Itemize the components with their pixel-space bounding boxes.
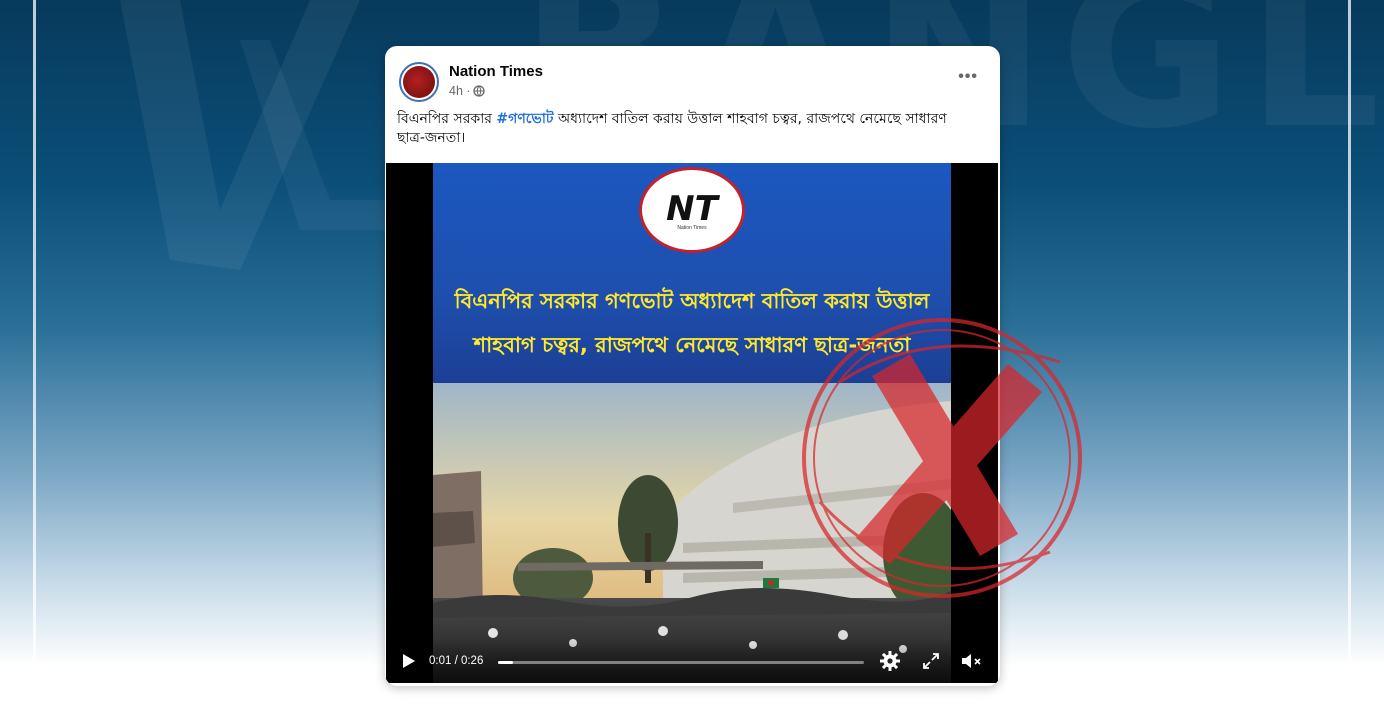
logo-text: Nation Times xyxy=(677,225,707,231)
page-name-link[interactable]: Nation Times xyxy=(449,63,543,80)
video-progress-fill xyxy=(498,661,513,664)
play-icon[interactable] xyxy=(402,653,416,669)
background-frame-left xyxy=(33,0,36,660)
hashtag-link[interactable]: #গণভোট xyxy=(496,111,553,127)
page-avatar[interactable] xyxy=(399,62,439,102)
post-header: Nation Times 4h · ••• xyxy=(385,46,1000,106)
more-options-button[interactable]: ••• xyxy=(958,68,978,86)
nation-times-logo: NT Nation Times xyxy=(639,167,745,253)
post-caption: বিএনপির সরকার #গণভোট অধ্যাদেশ বাতিল করায… xyxy=(397,110,967,148)
false-claim-x-icon xyxy=(802,318,1082,598)
post-meta: 4h · xyxy=(449,84,485,98)
muted-speaker-icon[interactable] xyxy=(960,651,984,671)
caption-text-start: বিএনপির সরকার xyxy=(397,111,497,127)
gear-icon[interactable] xyxy=(879,650,901,672)
video-progress-bar[interactable] xyxy=(498,661,864,664)
post-timestamp[interactable]: 4h · xyxy=(449,84,471,98)
globe-icon xyxy=(472,85,485,97)
avatar-image xyxy=(403,66,435,98)
video-controls-bar: 0:01 / 0:26 xyxy=(386,639,998,683)
video-time-display: 0:01 / 0:26 xyxy=(429,655,484,667)
logo-mark: NT xyxy=(666,189,718,229)
fullscreen-icon[interactable] xyxy=(921,651,941,671)
